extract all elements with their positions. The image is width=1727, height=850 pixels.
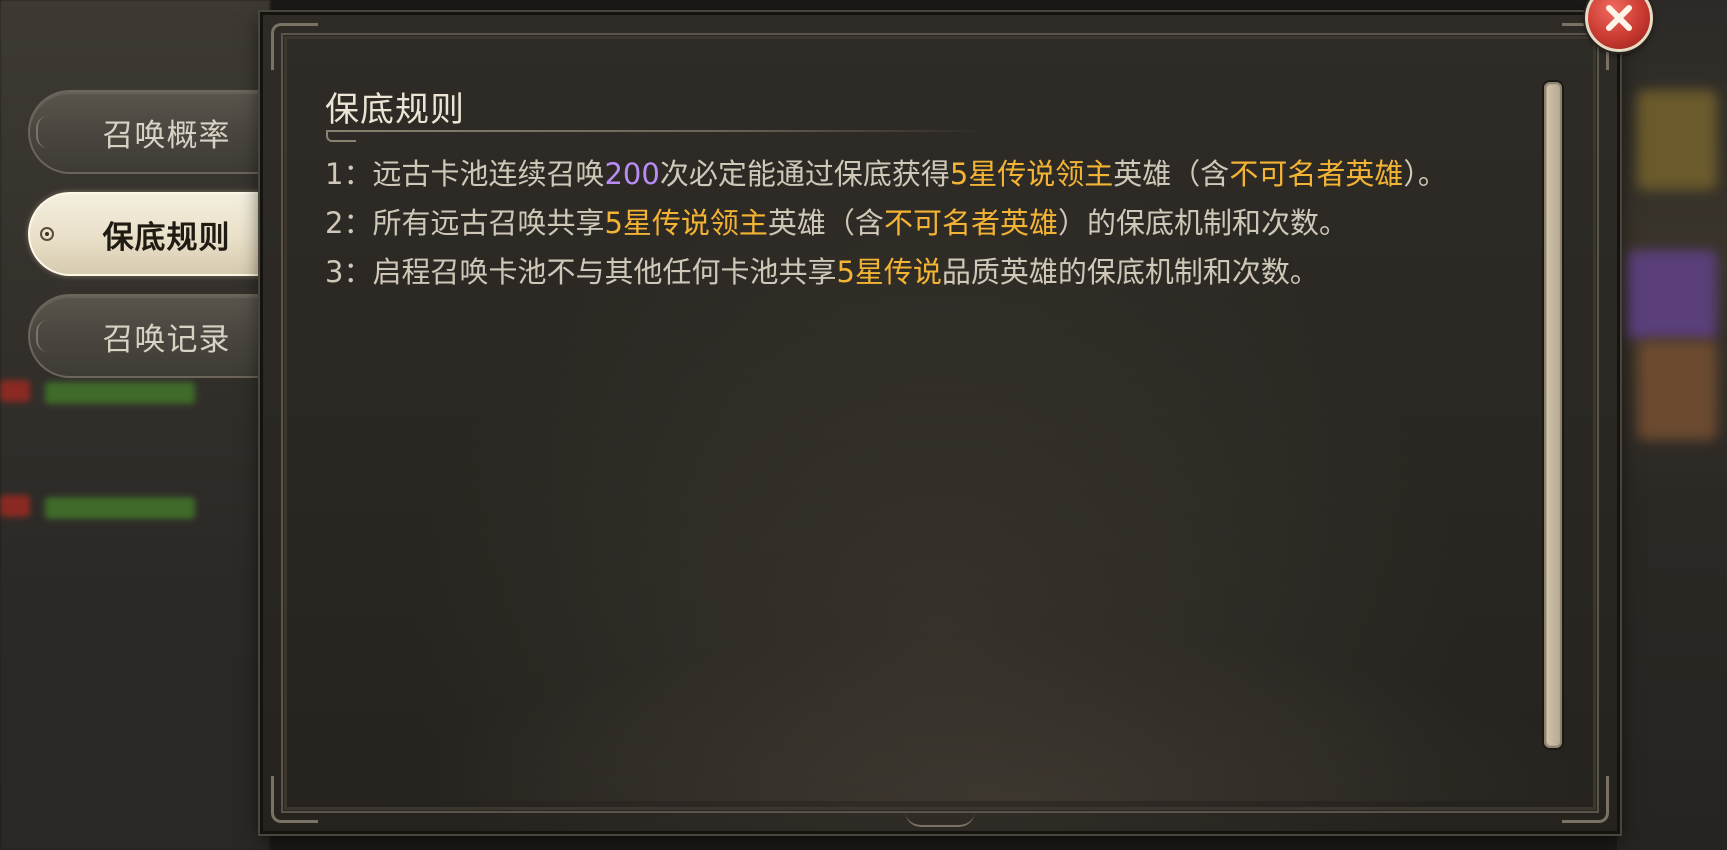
close-icon (1606, 5, 1632, 31)
rule-item: 2：所有远古召唤共享5星传说领主英雄（含不可名者英雄）的保底机制和次数。 (325, 206, 1348, 240)
tab-pity-rules[interactable]: 保底规则 (28, 192, 263, 276)
rules-text-area: 1：远古卡池连续召唤200次必定能通过保底获得5星传说领主英雄（含不可名者英雄）… (325, 150, 1525, 297)
corner-ornament-icon (271, 776, 318, 823)
rule-item: 3：启程召唤卡池不与其他任何卡池共享5星传说品质英雄的保底机制和次数。 (325, 255, 1319, 289)
rule-item: 1：远古卡池连续召唤200次必定能通过保底获得5星传说领主英雄（含不可名者英雄）… (325, 157, 1447, 191)
tab-label: 召唤概率 (102, 117, 231, 154)
tab-label: 召唤记录 (102, 321, 231, 358)
title-underline (326, 130, 986, 132)
title-flourish-icon (326, 132, 356, 142)
scrollbar-thumb[interactable] (1547, 85, 1559, 745)
background-right-blurred (1617, 0, 1727, 850)
tab-summon-probability[interactable]: 召唤概率 (28, 90, 263, 174)
scrollbar[interactable] (1544, 82, 1562, 748)
rules-panel (260, 12, 1620, 834)
tab-notch-ornament (36, 116, 54, 148)
tab-summon-history[interactable]: 召唤记录 (28, 294, 263, 378)
corner-ornament-icon (1562, 776, 1609, 823)
game-screen: 召唤概率 保底规则 召唤记录 保底规则 1：远古卡池连续召唤200次必定能通过保… (0, 0, 1727, 850)
section-title: 保底规则 (325, 90, 465, 130)
selected-dot-icon (40, 227, 54, 241)
tab-notch-ornament (36, 320, 54, 352)
corner-ornament-icon (271, 23, 318, 70)
tab-label: 保底规则 (102, 219, 231, 256)
bottom-ornament-icon (905, 811, 975, 827)
